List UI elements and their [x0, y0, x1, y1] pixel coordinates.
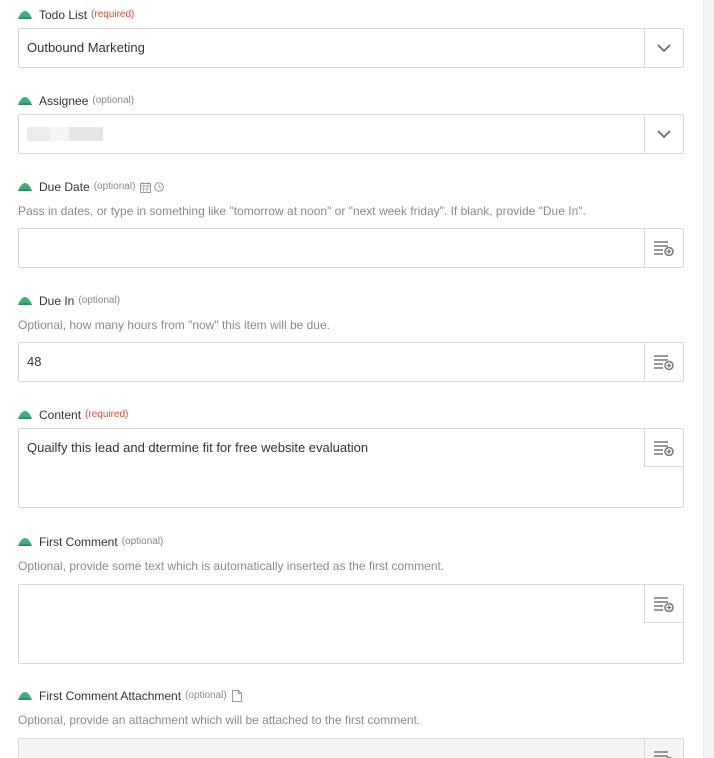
insert-data-button[interactable] — [644, 343, 683, 381]
file-icon — [231, 690, 242, 702]
field-label: Assignee (optional) — [18, 93, 684, 109]
field-label-text: Due Date — [39, 180, 90, 194]
insert-data-button[interactable] — [644, 429, 683, 467]
redacted-assignee-value — [27, 127, 103, 141]
due-in-value: 48 — [27, 354, 42, 369]
field-label: Due Date (optional) — [18, 179, 684, 195]
chevron-down-icon — [657, 129, 671, 138]
field-label-text: First Comment — [39, 535, 118, 549]
optional-tag: (optional) — [185, 690, 227, 701]
insert-data-button[interactable] — [644, 585, 683, 623]
calendar-icon — [140, 181, 152, 193]
field-help-text: Optional, provide some text which is aut… — [18, 559, 445, 573]
field-label: Due In (optional) — [18, 293, 684, 309]
insert-data-icon — [654, 596, 674, 612]
chevron-down-icon — [657, 43, 671, 52]
due-in-input[interactable]: 48 — [18, 342, 684, 382]
optional-tag: (optional) — [121, 536, 164, 547]
dropdown-toggle[interactable] — [644, 115, 683, 153]
action-setup-form: Todo List (required) Outbound Marketing … — [0, 0, 714, 758]
field-first-comment-attachment: First Comment Attachment (optional) Opti… — [18, 688, 684, 758]
basecamp-icon — [18, 11, 32, 19]
field-help-text: Pass in dates, or type in something like… — [18, 204, 586, 218]
first-comment-textarea[interactable] — [18, 584, 684, 664]
field-assignee: Assignee (optional) — [18, 93, 684, 154]
basecamp-icon — [18, 297, 32, 305]
content-textarea[interactable]: Quailfy this lead and dtermine fit for f… — [18, 428, 684, 508]
field-label: Todo List (required) — [18, 7, 684, 23]
dropdown-toggle[interactable] — [644, 29, 683, 67]
field-label: First Comment Attachment (optional) — [18, 688, 684, 704]
field-label-text: Due In — [39, 294, 75, 308]
optional-tag: (optional) — [78, 295, 121, 306]
field-due-date: Due Date (optional) Pass in dates, or ty… — [18, 179, 684, 268]
required-tag: (required) — [85, 409, 129, 420]
field-help-text: Optional, provide an attachment which wi… — [18, 713, 421, 727]
field-todo-list: Todo List (required) Outbound Marketing — [18, 7, 684, 68]
field-label-text: Todo List — [39, 8, 88, 22]
first-comment-attachment-input[interactable] — [18, 738, 684, 758]
field-label-text: First Comment Attachment — [39, 689, 182, 703]
basecamp-icon — [18, 411, 32, 419]
insert-data-button[interactable] — [644, 739, 683, 758]
insert-data-icon — [654, 355, 674, 370]
field-help-text: Optional, how many hours from "now" this… — [18, 318, 330, 332]
basecamp-icon — [18, 183, 32, 191]
field-label-text: Content — [39, 408, 82, 422]
field-content: Content (required) Quailfy this lead and… — [18, 407, 684, 508]
scrollbar[interactable] — [703, 0, 714, 758]
insert-data-button[interactable] — [644, 229, 683, 267]
due-date-input[interactable] — [18, 228, 684, 268]
field-due-in: Due In (optional) Optional, how many hou… — [18, 293, 684, 382]
assignee-select[interactable] — [18, 114, 684, 154]
required-tag: (required) — [91, 9, 135, 20]
optional-tag: (optional) — [93, 181, 136, 192]
insert-data-icon — [654, 751, 673, 758]
todo-list-value: Outbound Marketing — [27, 40, 145, 55]
field-label: First Comment (optional) — [18, 534, 684, 550]
basecamp-icon — [18, 692, 32, 700]
todo-list-select[interactable]: Outbound Marketing — [18, 28, 684, 68]
basecamp-icon — [18, 97, 32, 105]
optional-tag: (optional) — [92, 95, 135, 106]
clock-icon — [154, 182, 165, 192]
insert-data-icon — [654, 440, 674, 456]
field-label-text: Assignee — [39, 94, 89, 108]
field-label: Content (required) — [18, 407, 684, 423]
content-value: Quailfy this lead and dtermine fit for f… — [27, 440, 369, 455]
insert-data-icon — [654, 241, 674, 256]
field-first-comment: First Comment (optional) Optional, provi… — [18, 534, 684, 664]
basecamp-icon — [18, 538, 32, 546]
